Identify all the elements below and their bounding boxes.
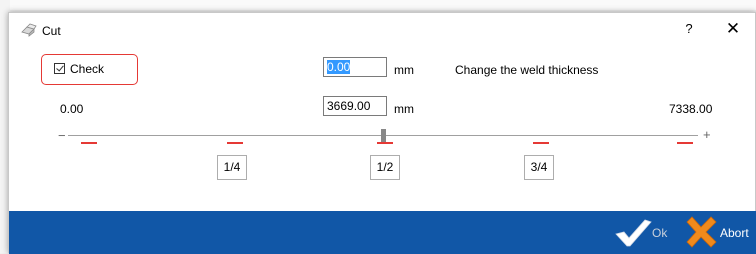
background-window: [0, 0, 756, 10]
slider-tick-max: [677, 142, 693, 144]
three-quarter-button[interactable]: 3/4: [524, 155, 554, 180]
position-unit: mm: [394, 102, 414, 116]
slider-tick-0: [81, 142, 97, 144]
check-label[interactable]: Check: [70, 62, 104, 76]
position-value: 3669.00: [327, 99, 371, 113]
abort-button[interactable]: Abort: [684, 215, 749, 252]
quarter-button[interactable]: 1/4: [217, 155, 247, 180]
close-button[interactable]: ✕: [724, 19, 742, 39]
weld-thickness-hint: Change the weld thickness: [455, 63, 599, 77]
weld-thickness-unit: mm: [394, 63, 414, 77]
window-title: Cut: [42, 24, 61, 38]
slider-plus-icon[interactable]: +: [703, 127, 711, 142]
slider-tick-quarter: [227, 142, 243, 144]
cut-dialog: Cut ? ✕ Check 0.00 mm Change the weld th…: [8, 12, 756, 254]
dialog-footer: Ok Abort: [9, 211, 756, 254]
slider-minus-icon[interactable]: −: [58, 128, 66, 143]
cross-icon: [684, 216, 718, 252]
cut-tool-icon: [21, 23, 37, 37]
weld-thickness-input[interactable]: 0.00: [323, 57, 387, 77]
slider-tick-half: [377, 142, 393, 144]
ok-label: Ok: [652, 226, 668, 240]
slider-tick-three-quarter: [533, 142, 549, 144]
ok-button[interactable]: Ok: [612, 216, 667, 251]
abort-label: Abort: [720, 226, 749, 240]
half-button[interactable]: 1/2: [370, 155, 400, 180]
weld-thickness-value: 0.00: [327, 60, 351, 74]
slider-min-label: 0.00: [60, 102, 84, 116]
position-input[interactable]: 3669.00: [323, 96, 387, 116]
position-slider-thumb[interactable]: [380, 129, 386, 142]
help-button[interactable]: ?: [682, 21, 696, 36]
slider-max-label: 7338.00: [669, 102, 713, 116]
checkmark-icon: [612, 219, 652, 251]
check-checkbox[interactable]: [54, 63, 65, 74]
title-bar: Cut ? ✕: [9, 13, 755, 47]
